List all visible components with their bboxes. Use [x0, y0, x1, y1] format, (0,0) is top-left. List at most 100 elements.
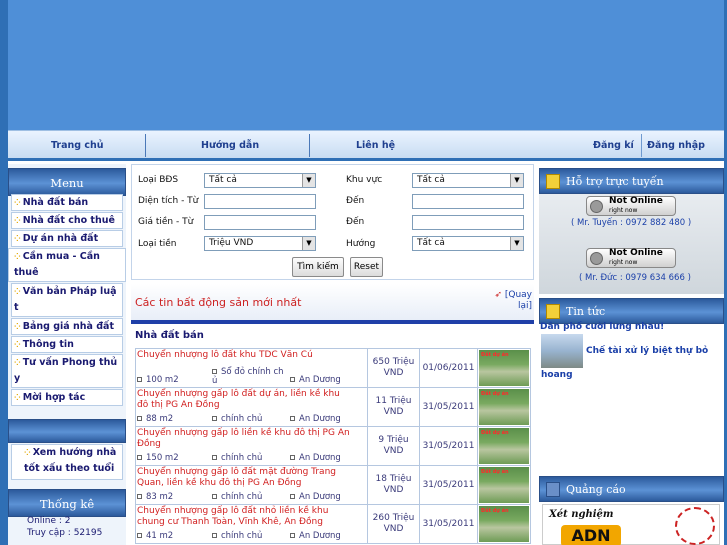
- size-to-label: Đến: [346, 196, 365, 206]
- stats-box: Thống kê: [8, 489, 126, 517]
- menu-item-nha-dat-ban[interactable]: ⁘ Nhà đất bán: [11, 194, 123, 211]
- news-item-2[interactable]: Chế tài xử lý biệt thự bỏ: [586, 346, 708, 356]
- status-badge[interactable]: Not Online right now: [586, 196, 676, 216]
- area-select[interactable]: Tất cả ▼: [412, 173, 524, 188]
- date-cell: 31/05/2011: [419, 426, 478, 466]
- size-to-input[interactable]: [412, 194, 524, 209]
- back-link[interactable]: ➶ [Quay lại]: [494, 290, 532, 312]
- listing-header: Các tin bất động sản mới nhất ➶ [Quay lại…: [131, 284, 534, 320]
- thumbnail-cell[interactable]: Đất dự án: [477, 348, 531, 388]
- type-select[interactable]: Tất cả ▼: [204, 173, 316, 188]
- arrow-icon: ➶: [494, 290, 502, 300]
- currency-select[interactable]: Triệu VND ▼: [204, 236, 316, 251]
- bullet-icon: ⁘: [14, 216, 21, 225]
- listing-cell: Chuyển nhượng lô đất khu TDC Văn Cú 100 …: [135, 348, 368, 388]
- status-icon: [590, 252, 603, 265]
- date-cell: 31/05/2011: [419, 465, 478, 505]
- ads-header: Quảng cáo: [539, 476, 724, 502]
- left-border: [0, 0, 8, 545]
- fengshui-header: [8, 419, 126, 443]
- size-from-input[interactable]: [204, 194, 316, 209]
- divider: [131, 320, 534, 324]
- menu-item-moi-hop-tac[interactable]: ⁘ Mời hợp tác: [11, 389, 123, 406]
- area-icon: [137, 455, 142, 460]
- area-icon: [137, 416, 142, 421]
- table-row[interactable]: Chuyển nhượng lô đất khu TDC Văn Cú 100 …: [135, 348, 531, 388]
- listing-thumbnail: Đất dự án: [479, 467, 529, 503]
- date-cell: 31/05/2011: [419, 387, 478, 427]
- listing-title[interactable]: Chuyển nhượng gấp lô liền kề khu đô thị …: [137, 428, 350, 449]
- menu-item-van-ban[interactable]: ⁘ Văn bản Pháp luậ t: [11, 283, 123, 317]
- price-from-input[interactable]: [204, 215, 316, 230]
- menu-item-can-mua[interactable]: ⁘ Cần mua - Cần thuê: [8, 248, 126, 282]
- thumbnail-cell[interactable]: Đất dự án: [477, 504, 531, 544]
- price-cell: 650 Triệu VND: [367, 348, 420, 388]
- listing-table: Chuyển nhượng lô đất khu TDC Văn Cú 100 …: [135, 348, 531, 544]
- folder-icon: [546, 174, 560, 189]
- chevron-down-icon: ▼: [510, 174, 523, 187]
- table-row[interactable]: Chuyển nhượng gấp lô đất nhỏ liền kề khu…: [135, 504, 531, 544]
- status-icon: [590, 200, 603, 213]
- area-icon: [137, 494, 142, 499]
- table-row[interactable]: Chuyển nhượng gấp lô đất mặt đường Trang…: [135, 465, 531, 505]
- listing-title[interactable]: Chuyển nhượng lô đất khu TDC Văn Cú: [137, 350, 313, 360]
- listing-cell: Chuyển nhượng gấp lô đất dự án, liền kề …: [135, 387, 368, 427]
- direction-select[interactable]: Tất cả ▼: [412, 236, 524, 251]
- nav-guide[interactable]: Hướng dẫn: [201, 140, 259, 151]
- bullet-icon: ⁘: [14, 393, 21, 402]
- search-form: Loại BĐS Tất cả ▼ Khu vực Tất cả ▼ Diện tí…: [131, 164, 534, 280]
- menu-title: Menu: [8, 168, 126, 196]
- price-cell: 18 Triệu VND: [367, 465, 420, 505]
- right-sidebar: Hỗ trợ trực tuyến Not Online right now ( …: [539, 164, 724, 545]
- nav-divider: [309, 134, 310, 157]
- table-row[interactable]: Chuyển nhượng gấp lô liền kề khu đô thị …: [135, 426, 531, 466]
- thumbnail-cell[interactable]: Đất dự án: [477, 426, 531, 466]
- bullet-icon: ⁘: [14, 252, 21, 261]
- chevron-down-icon: ▼: [302, 237, 315, 250]
- listing-title[interactable]: Chuyển nhượng gấp lô đất nhỏ liền kề khu…: [137, 506, 328, 527]
- tag-icon: [546, 482, 560, 497]
- price-cell: 260 Triệu VND: [367, 504, 420, 544]
- news-thumbnail[interactable]: [541, 334, 583, 368]
- location-icon: [290, 377, 295, 382]
- type-label: Loại BĐS: [138, 175, 179, 185]
- nav-register[interactable]: Đăng kí: [593, 140, 634, 151]
- price-cell: 11 Triệu VND: [367, 387, 420, 427]
- ad-banner[interactable]: Xét nghiệm ADN: [542, 504, 720, 545]
- location-icon: [290, 455, 295, 460]
- news-item-1[interactable]: Dân phố cười lưng nhau!: [540, 322, 664, 332]
- top-nav: Trang chủ Hướng dẫn Liên hệ Đăng kí Đăng…: [8, 130, 724, 161]
- menu-item-du-an[interactable]: ⁘ Dự án nhà đất: [11, 230, 123, 247]
- menu-item-tu-van[interactable]: ⁘ Tư vấn Phong thủ y: [11, 354, 123, 388]
- bullet-icon: ⁘: [24, 448, 31, 457]
- menu-item-bang-gia[interactable]: ⁘ Bảng giá nhà đất: [11, 318, 123, 335]
- owner-icon: [212, 369, 217, 374]
- bullet-icon: ⁘: [14, 358, 21, 367]
- thumbnail-cell[interactable]: Đất dự án: [477, 465, 531, 505]
- owner-icon: [212, 494, 217, 499]
- owner-icon: [212, 416, 217, 421]
- fengshui-link[interactable]: ⁘ Xem hướng nhà tốt xấu theo tuổi: [11, 444, 123, 480]
- listing-title: Các tin bất động sản mới nhất: [135, 296, 302, 309]
- reset-button[interactable]: Reset: [350, 257, 383, 277]
- area-icon: [137, 533, 142, 538]
- menu-item-thong-tin[interactable]: ⁘ Thông tin: [11, 336, 123, 353]
- price-to-label: Đến: [346, 217, 365, 227]
- area-label: Khu vực: [346, 175, 383, 185]
- table-row[interactable]: Chuyển nhượng gấp lô đất dự án, liền kề …: [135, 387, 531, 427]
- listing-thumbnail: Đất dự án: [479, 428, 529, 464]
- listing-title[interactable]: Chuyển nhượng gấp lô đất dự án, liền kề …: [137, 389, 340, 410]
- listing-title[interactable]: Chuyển nhượng gấp lô đất mặt đường Trang…: [137, 467, 336, 488]
- price-to-input[interactable]: [412, 215, 524, 230]
- search-button[interactable]: Tìm kiếm: [292, 257, 344, 277]
- status-badge[interactable]: Not Online right now: [586, 248, 676, 268]
- news-item-2-cont[interactable]: hoang: [541, 370, 573, 380]
- nav-home[interactable]: Trang chủ: [51, 140, 104, 151]
- nav-login[interactable]: Đăng nhập: [647, 140, 705, 151]
- nav-contact[interactable]: Liên hệ: [356, 140, 395, 151]
- thumbnail-cell[interactable]: Đất dự án: [477, 387, 531, 427]
- price-label: Giá tiền - Từ: [138, 217, 194, 227]
- area-icon: [137, 377, 142, 382]
- chevron-down-icon: ▼: [510, 237, 523, 250]
- menu-item-nha-dat-cho-thue[interactable]: ⁘ Nhà đất cho thuê: [11, 212, 123, 229]
